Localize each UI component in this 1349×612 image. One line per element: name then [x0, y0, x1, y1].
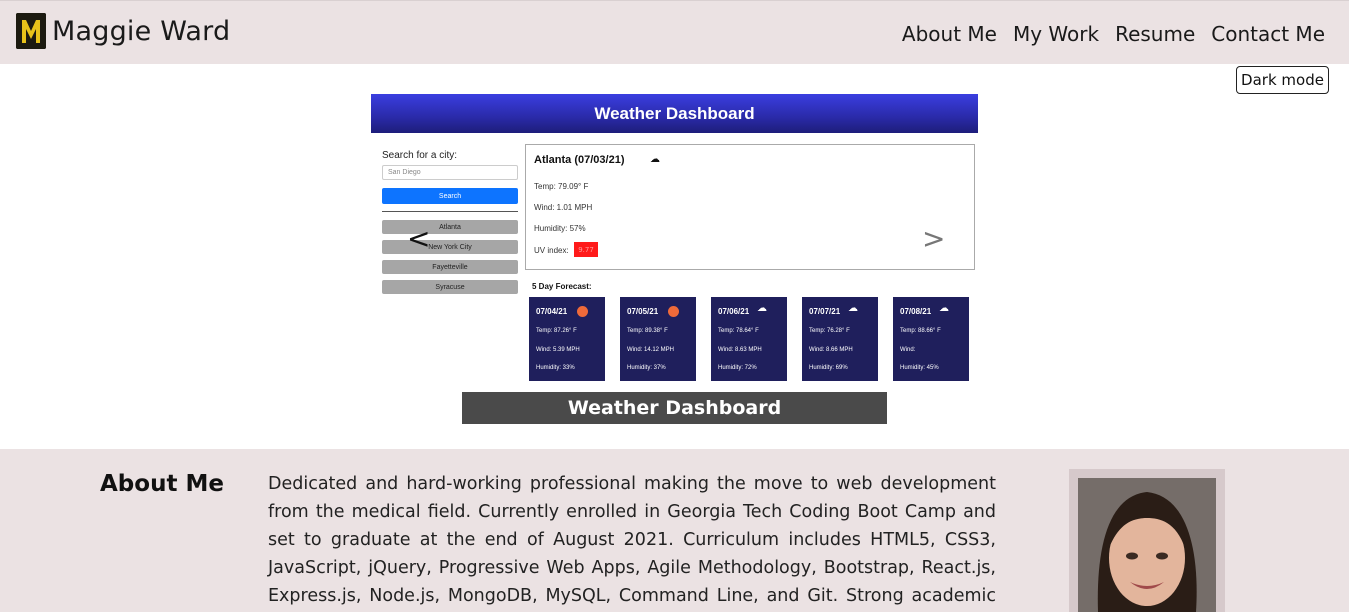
about-text: Dedicated and hard-working professional … [268, 474, 996, 606]
forecast-temp: Temp: 76.28° F [809, 328, 850, 334]
forecast-humidity: Humidity: 72% [718, 365, 757, 371]
slide-current-temp: Temp: 79.09° F [534, 182, 589, 191]
about-title: About Me [100, 471, 224, 497]
forecast-temp: Temp: 88.66° F [900, 328, 941, 334]
forecast-card: 07/06/21 ☁ Temp: 78.64° F Wind: 8.63 MPH… [711, 297, 787, 381]
brand-name[interactable]: Maggie Ward [52, 16, 230, 47]
forecast-temp: Temp: 89.38° F [627, 328, 668, 334]
forecast-date: 07/07/21 [809, 307, 841, 316]
slide-current-humidity: Humidity: 57% [534, 224, 586, 233]
dark-mode-button[interactable]: Dark mode [1236, 66, 1329, 94]
forecast-temp: Temp: 78.64° F [718, 328, 759, 334]
slide-uv-badge: 9.77 [574, 242, 598, 257]
slide-current-wind: Wind: 1.01 MPH [534, 203, 593, 212]
forecast-wind: Wind: 8.66 MPH [809, 347, 853, 353]
slide-city-button: Atlanta [382, 220, 518, 234]
slide-search-label: Search for a city: [382, 150, 458, 161]
forecast-humidity: Humidity: 45% [900, 365, 939, 371]
forecast-humidity: Humidity: 33% [536, 365, 575, 371]
forecast-card: 07/05/21 Temp: 89.38° F Wind: 14.12 MPH … [620, 297, 696, 381]
slide-city-button: Fayetteville [382, 260, 518, 274]
forecast-humidity: Humidity: 69% [809, 365, 848, 371]
slide-divider [382, 211, 518, 212]
nav-contact-me-link[interactable]: Contact Me [1211, 22, 1325, 46]
cloud-icon: ☁ [848, 303, 858, 314]
navbar: Maggie Ward About Me My Work Resume Cont… [0, 0, 1349, 64]
forecast-wind: Wind: 5.39 MPH [536, 347, 580, 353]
slide-city-button: Syracuse [382, 280, 518, 294]
project-carousel-slide[interactable]: Weather Dashboard Search for a city: San… [371, 94, 978, 388]
weather-cloud-icon: ☁ [650, 154, 660, 165]
forecast-date: 07/06/21 [718, 307, 750, 316]
slide-uv-label: UV index: [534, 246, 569, 255]
nav-resume-link[interactable]: Resume [1115, 22, 1195, 46]
forecast-card: 07/07/21 ☁ Temp: 76.28° F Wind: 8.66 MPH… [802, 297, 878, 381]
mw-logo-icon[interactable] [16, 13, 46, 49]
slide-dashboard-header: Weather Dashboard [371, 94, 978, 133]
slide-search-button: Search [382, 188, 518, 204]
forecast-card: 07/08/21 ☁ Temp: 88.66° F Wind: Humidity… [893, 297, 969, 381]
forecast-date: 07/08/21 [900, 307, 932, 316]
slide-search-input: San Diego [382, 165, 518, 180]
slide-city-button: New York City [382, 240, 518, 254]
forecast-wind: Wind: 14.12 MPH [627, 347, 675, 353]
forecast-temp: Temp: 87.26° F [536, 328, 577, 334]
slide-forecast-label: 5 Day Forecast: [532, 282, 592, 291]
carousel-prev-arrow-icon[interactable]: < [407, 222, 430, 255]
carousel-next-arrow-icon[interactable]: > [922, 222, 945, 255]
nav-menu: About Me My Work Resume Contact Me [886, 22, 1325, 46]
forecast-date: 07/04/21 [536, 307, 568, 316]
sun-icon [577, 306, 588, 317]
cloud-icon: ☁ [757, 303, 767, 314]
carousel-caption: Weather Dashboard [462, 392, 887, 424]
cloud-icon: ☁ [939, 303, 949, 314]
forecast-card: 07/04/21 Temp: 87.26° F Wind: 5.39 MPH H… [529, 297, 605, 381]
slide-current-weather: Atlanta (07/03/21) ☁ Temp: 79.09° F Wind… [525, 144, 975, 270]
profile-photo [1078, 478, 1216, 612]
forecast-wind: Wind: [900, 347, 916, 353]
sun-icon [668, 306, 679, 317]
nav-about-me-link[interactable]: About Me [902, 22, 997, 46]
slide-current-title: Atlanta (07/03/21) [534, 154, 625, 166]
profile-photo-frame [1069, 469, 1225, 612]
about-section: About Me Dedicated and hard-working prof… [0, 449, 1349, 612]
forecast-humidity: Humidity: 37% [627, 365, 666, 371]
nav-my-work-link[interactable]: My Work [1013, 22, 1099, 46]
forecast-wind: Wind: 8.63 MPH [718, 347, 762, 353]
forecast-date: 07/05/21 [627, 307, 659, 316]
